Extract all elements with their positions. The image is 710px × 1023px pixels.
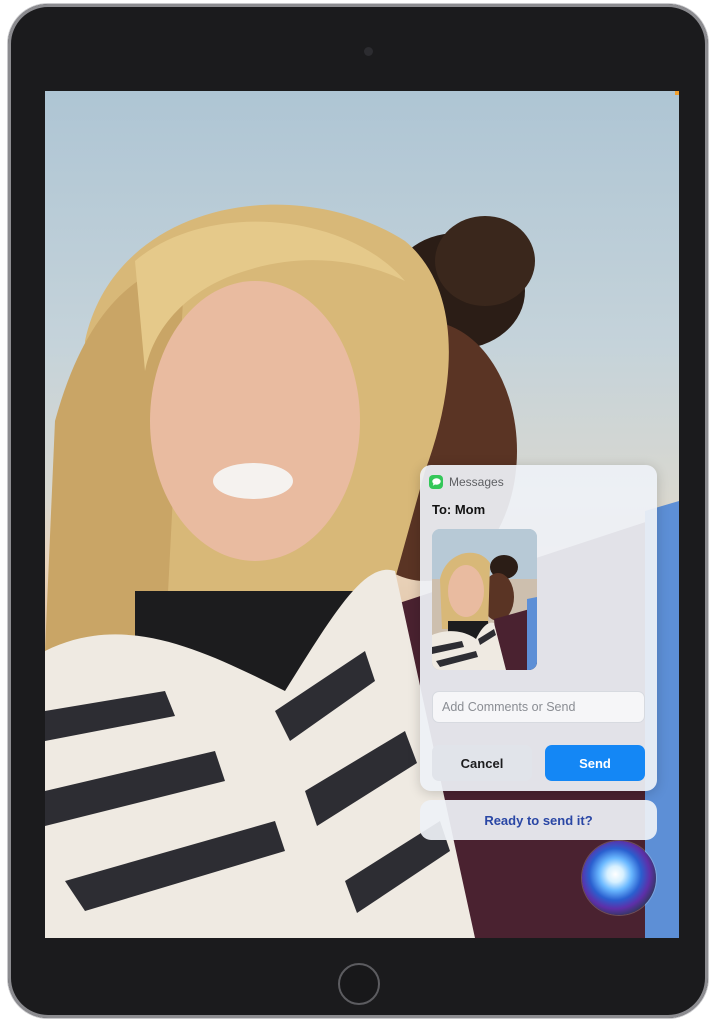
speech-bubble-icon <box>431 478 441 486</box>
add-comment-input[interactable]: Add Comments or Send <box>432 691 645 723</box>
ipad-device: Messages To: Mom Add Comments or Send Ca… <box>8 4 708 1018</box>
siri-orb-icon[interactable] <box>582 841 656 915</box>
card-header: Messages <box>429 474 504 490</box>
siri-prompt: Ready to send it? <box>420 800 657 840</box>
cancel-button[interactable]: Cancel <box>432 745 532 781</box>
recipient-label: To: Mom <box>432 502 486 517</box>
app-name: Messages <box>449 475 504 489</box>
siri-message-card: Messages To: Mom Add Comments or Send Ca… <box>420 465 657 791</box>
messages-icon <box>429 475 443 489</box>
attached-photo-thumbnail[interactable] <box>432 529 537 670</box>
thumbnail-photo <box>432 529 537 670</box>
screen: Messages To: Mom Add Comments or Send Ca… <box>45 91 679 938</box>
front-camera <box>364 47 373 56</box>
status-indicator <box>675 91 679 95</box>
home-button[interactable] <box>338 963 380 1005</box>
send-button[interactable]: Send <box>545 745 645 781</box>
